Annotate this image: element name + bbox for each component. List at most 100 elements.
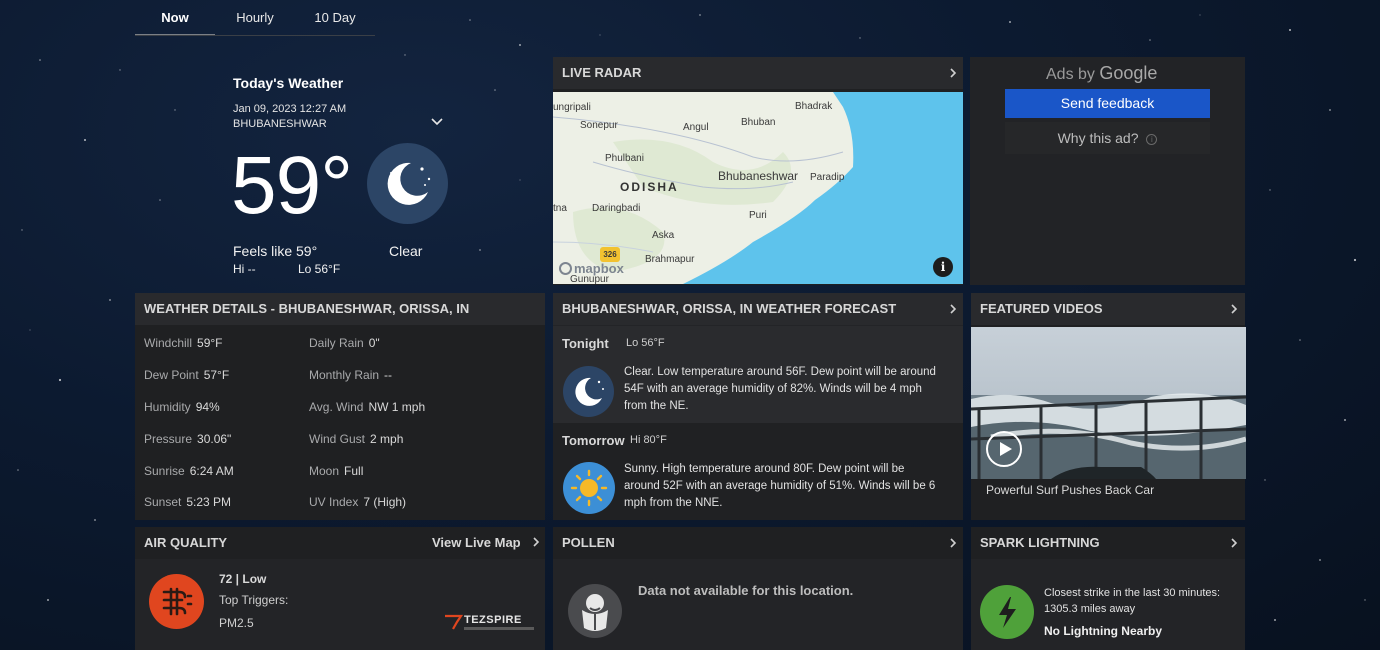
map-label: Angul — [683, 122, 709, 133]
road-shield-number: 326 — [603, 250, 617, 259]
tab-10-day[interactable]: 10 Day — [295, 0, 375, 36]
air-quality-icon — [149, 574, 204, 629]
google-ad-panel: Ads by Google Send feedback Why this ad?… — [970, 57, 1245, 285]
forecast-period-name: Tomorrow — [562, 433, 625, 448]
why-this-ad-button[interactable]: Why this ad? i — [1005, 122, 1210, 154]
map-label: Brahmapur — [645, 254, 695, 265]
current-temperature: 59° — [231, 140, 353, 231]
chevron-right-icon[interactable] — [1230, 538, 1238, 548]
detail-sunset: Sunset 5:23 PM — [144, 495, 232, 509]
featured-videos-header[interactable]: FEATURED VIDEOS — [971, 293, 1245, 325]
tab-now[interactable]: Now — [135, 0, 215, 36]
top-triggers-label: Top Triggers: — [219, 593, 289, 607]
detail-daily-rain: Daily Rain 0" — [309, 336, 380, 350]
air-quality-title: AIR QUALITY — [144, 535, 228, 550]
forecast-period-temp: Lo 56°F — [626, 337, 665, 349]
info-icon: i — [1146, 133, 1158, 145]
moon-stars-icon — [367, 143, 448, 224]
air-quality-card: AIR QUALITY View Live Map 72 | Low Top T… — [135, 527, 545, 650]
send-feedback-button[interactable]: Send feedback — [1005, 89, 1210, 118]
map-label: Daringbadi — [592, 203, 641, 214]
lightning-status: No Lightning Nearby — [1044, 624, 1162, 638]
forecast-header[interactable]: BHUBANESHWAR, ORISSA, IN WEATHER FORECAS… — [553, 293, 963, 325]
detail-uv-index: UV Index 7 (High) — [309, 495, 407, 509]
mapbox-logo-icon — [559, 261, 572, 275]
chevron-right-icon[interactable] — [949, 68, 957, 78]
chevron-right-icon[interactable] — [949, 538, 957, 548]
map-label: Puri — [749, 210, 767, 221]
forecast-tomorrow: Tomorrow Hi 80°F Sunny. High temperature… — [553, 423, 963, 520]
video-thumbnail[interactable] — [971, 327, 1246, 479]
sun-icon — [563, 462, 615, 514]
tezspire-wordmark: TEZSPIRE — [464, 614, 522, 626]
air-quality-value: 72 | Low — [219, 572, 267, 586]
video-caption[interactable]: Powerful Surf Pushes Back Car — [986, 483, 1154, 497]
forecast-tonight: Tonight Lo 56°F Clear. Low temperature a… — [553, 326, 963, 423]
map-label: Phulbani — [605, 153, 644, 164]
detail-windchill: Windchill 59°F — [144, 336, 223, 350]
lightning-bolt-icon — [980, 585, 1034, 639]
detail-pressure: Pressure 30.06" — [144, 432, 232, 446]
featured-videos-card: FEATURED VIDEOS Powerful Surf Pushes Bac… — [971, 293, 1246, 520]
google-logo: Google — [1099, 63, 1158, 83]
play-icon[interactable] — [986, 431, 1022, 467]
forecast-card: BHUBANESHWAR, ORISSA, IN WEATHER FORECAS… — [553, 293, 963, 520]
info-icon[interactable]: i — [933, 257, 953, 277]
forecast-description: Clear. Low temperature around 56F. Dew p… — [624, 366, 936, 412]
map-label: Bhadrak — [795, 101, 833, 112]
spark-lightning-title: SPARK LIGHTNING — [980, 535, 1100, 550]
forecast-title: BHUBANESHWAR, ORISSA, IN WEATHER FORECAS… — [562, 301, 897, 316]
detail-moon: Moon Full — [309, 464, 364, 478]
radar-map[interactable]: ungripali Sonepur Angul Bhuban Bhadrak P… — [553, 92, 963, 284]
tab-hourly[interactable]: Hourly — [215, 0, 295, 36]
detail-avg-wind: Avg. Wind NW 1 mph — [309, 400, 426, 414]
pollen-icon — [568, 584, 622, 638]
pollen-card: POLLEN Data not available for this locat… — [553, 527, 963, 650]
map-state-label: ODISHA — [620, 180, 679, 194]
featured-videos-title: FEATURED VIDEOS — [980, 301, 1103, 316]
forecast-period-temp: Hi 80°F — [630, 434, 667, 446]
current-condition: Clear — [389, 243, 423, 259]
chevron-down-icon[interactable] — [430, 116, 444, 128]
air-quality-header: AIR QUALITY View Live Map — [135, 527, 545, 559]
closest-strike-distance: 1305.3 miles away — [1044, 603, 1136, 615]
forecast-period-name: Tonight — [562, 336, 609, 351]
live-radar-card: LIVE RADAR ungripali Sonepur Angul Bhuba… — [553, 57, 963, 285]
map-label: Paradip — [810, 172, 845, 183]
forecast-tabs: Now Hourly 10 Day — [135, 0, 375, 36]
detail-sunrise: Sunrise 6:24 AM — [144, 464, 234, 478]
live-radar-header[interactable]: LIVE RADAR — [553, 57, 963, 89]
map-label: Bhubaneshwar — [718, 169, 799, 183]
weather-details-header: WEATHER DETAILS - BHUBANESHWAR, ORISSA, … — [135, 293, 545, 325]
pollen-title: POLLEN — [562, 535, 615, 550]
ads-by-google: Ads by Google — [1046, 63, 1158, 83]
map-label: Bhuban — [741, 117, 776, 128]
chevron-right-icon[interactable] — [949, 304, 957, 314]
mapbox-attribution[interactable]: mapbox — [559, 260, 624, 276]
today-location[interactable]: BHUBANESHWAR — [233, 118, 327, 130]
forecast-description: Sunny. High temperature around 80F. Dew … — [624, 463, 936, 509]
pollen-header[interactable]: POLLEN — [553, 527, 963, 559]
today-high: Hi -- — [233, 262, 256, 276]
tezspire-logo: TEZSPIRE — [443, 613, 535, 635]
view-live-map-link[interactable]: View Live Map — [432, 527, 540, 559]
today-low: Lo 56°F — [298, 262, 341, 276]
today-title: Today's Weather — [233, 75, 344, 91]
today-datetime: Jan 09, 2023 12:27 AM — [233, 103, 347, 115]
map-label: ungripali — [553, 102, 591, 113]
spark-lightning-card: SPARK LIGHTNING Closest strike in the la… — [971, 527, 1245, 650]
map-label: Sonepur — [580, 120, 618, 131]
map-label: Aska — [652, 230, 675, 241]
pollen-message: Data not available for this location. — [638, 583, 854, 598]
detail-wind-gust: Wind Gust 2 mph — [309, 432, 404, 446]
live-radar-title: LIVE RADAR — [562, 65, 642, 80]
detail-dew-point: Dew Point 57°F — [144, 368, 230, 382]
detail-humidity: Humidity 94% — [144, 400, 220, 414]
spark-lightning-header[interactable]: SPARK LIGHTNING — [971, 527, 1245, 559]
feels-like: Feels like 59° — [233, 243, 318, 259]
moon-icon — [563, 366, 614, 417]
chevron-right-icon[interactable] — [1230, 304, 1238, 314]
closest-strike-label: Closest strike in the last 30 minutes: — [1044, 587, 1221, 599]
top-trigger-value: PM2.5 — [219, 616, 254, 630]
map-label: tna — [553, 203, 567, 214]
